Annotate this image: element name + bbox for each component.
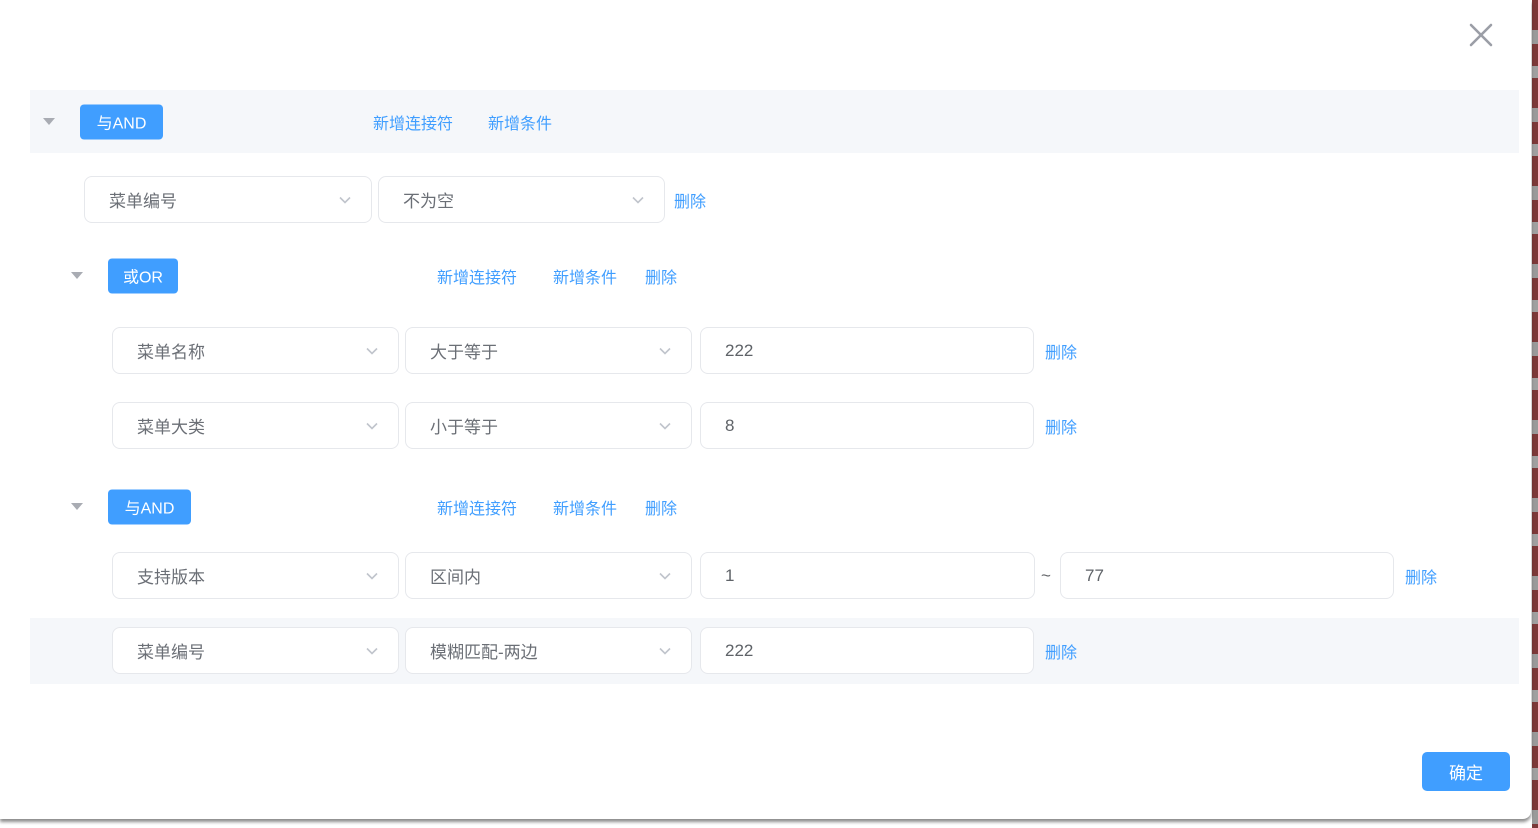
operator-select[interactable]: 区间内 bbox=[405, 552, 692, 599]
delete-condition-link[interactable]: 删除 bbox=[1045, 414, 1077, 438]
condition-row: 菜单编号 模糊匹配-两边 删除 bbox=[112, 627, 1512, 674]
operator-select[interactable]: 大于等于 bbox=[405, 327, 692, 374]
operator-select[interactable]: 模糊匹配-两边 bbox=[405, 627, 692, 674]
chevron-down-icon bbox=[364, 343, 380, 359]
field-select[interactable]: 菜单大类 bbox=[112, 402, 399, 449]
group-root-header: 与AND 新增连接符 新增条件 bbox=[30, 90, 1519, 153]
operator-select-value: 不为空 bbox=[403, 187, 454, 212]
add-condition-link[interactable]: 新增条件 bbox=[488, 110, 552, 134]
collapse-caret-icon[interactable] bbox=[71, 272, 83, 279]
operator-select[interactable]: 小于等于 bbox=[405, 402, 692, 449]
delete-group-link[interactable]: 删除 bbox=[645, 264, 677, 288]
chevron-down-icon bbox=[364, 568, 380, 584]
add-condition-link[interactable]: 新增条件 bbox=[553, 495, 617, 519]
operator-select[interactable]: 不为空 bbox=[378, 176, 665, 223]
confirm-button[interactable]: 确定 bbox=[1422, 752, 1510, 791]
delete-group-link[interactable]: 删除 bbox=[645, 495, 677, 519]
chevron-down-icon bbox=[364, 418, 380, 434]
operator-select-value: 模糊匹配-两边 bbox=[430, 638, 538, 663]
field-select[interactable]: 菜单编号 bbox=[112, 627, 399, 674]
chevron-down-icon bbox=[657, 343, 673, 359]
field-select-value: 菜单编号 bbox=[109, 187, 177, 212]
chevron-down-icon bbox=[657, 568, 673, 584]
condition-row: 菜单名称 大于等于 删除 bbox=[112, 327, 1512, 374]
add-connector-link[interactable]: 新增连接符 bbox=[437, 264, 517, 288]
field-select-value: 菜单编号 bbox=[137, 638, 205, 663]
field-select[interactable]: 菜单编号 bbox=[84, 176, 372, 223]
group-root-logic-badge[interactable]: 与AND bbox=[80, 104, 163, 139]
group-and-header: 与AND 新增连接符 新增条件 删除 bbox=[30, 483, 1519, 530]
chevron-down-icon bbox=[630, 192, 646, 208]
group-and-logic-badge[interactable]: 与AND bbox=[108, 489, 191, 524]
condition-row: 菜单大类 小于等于 删除 bbox=[112, 402, 1512, 449]
condition-row: 菜单编号 不为空 删除 bbox=[84, 176, 1484, 223]
close-button[interactable] bbox=[1462, 16, 1500, 54]
range-to-input[interactable] bbox=[1060, 552, 1394, 599]
operator-select-value: 小于等于 bbox=[430, 413, 498, 438]
operator-select-value: 区间内 bbox=[430, 563, 481, 588]
value-input[interactable] bbox=[700, 327, 1034, 374]
field-select-value: 菜单大类 bbox=[137, 413, 205, 438]
add-condition-link[interactable]: 新增条件 bbox=[553, 264, 617, 288]
condition-row: 支持版本 区间内 ~ 删除 bbox=[112, 552, 1512, 599]
page-edge-strip bbox=[1532, 0, 1538, 828]
chevron-down-icon bbox=[337, 192, 353, 208]
collapse-caret-icon[interactable] bbox=[43, 118, 55, 125]
group-or-logic-badge[interactable]: 或OR bbox=[108, 258, 178, 293]
range-separator: ~ bbox=[1041, 566, 1051, 586]
delete-condition-link[interactable]: 删除 bbox=[674, 188, 706, 212]
add-connector-link[interactable]: 新增连接符 bbox=[373, 110, 453, 134]
field-select-value: 菜单名称 bbox=[137, 338, 205, 363]
delete-condition-link[interactable]: 删除 bbox=[1045, 339, 1077, 363]
close-icon bbox=[1465, 19, 1497, 51]
delete-condition-link[interactable]: 删除 bbox=[1045, 639, 1077, 663]
chevron-down-icon bbox=[364, 643, 380, 659]
field-select[interactable]: 支持版本 bbox=[112, 552, 399, 599]
collapse-caret-icon[interactable] bbox=[71, 503, 83, 510]
chevron-down-icon bbox=[657, 643, 673, 659]
value-input[interactable] bbox=[700, 627, 1034, 674]
field-select[interactable]: 菜单名称 bbox=[112, 327, 399, 374]
field-select-value: 支持版本 bbox=[137, 563, 205, 588]
add-connector-link[interactable]: 新增连接符 bbox=[437, 495, 517, 519]
group-or-header: 或OR 新增连接符 新增条件 删除 bbox=[30, 252, 1519, 299]
query-condition-dialog: 与AND 新增连接符 新增条件 菜单编号 不为空 删除 或OR 新增连接符 新增… bbox=[0, 0, 1531, 819]
value-input[interactable] bbox=[700, 402, 1034, 449]
screen: 与AND 新增连接符 新增条件 菜单编号 不为空 删除 或OR 新增连接符 新增… bbox=[0, 0, 1538, 828]
delete-condition-link[interactable]: 删除 bbox=[1405, 564, 1437, 588]
operator-select-value: 大于等于 bbox=[430, 338, 498, 363]
chevron-down-icon bbox=[657, 418, 673, 434]
range-from-input[interactable] bbox=[700, 552, 1035, 599]
